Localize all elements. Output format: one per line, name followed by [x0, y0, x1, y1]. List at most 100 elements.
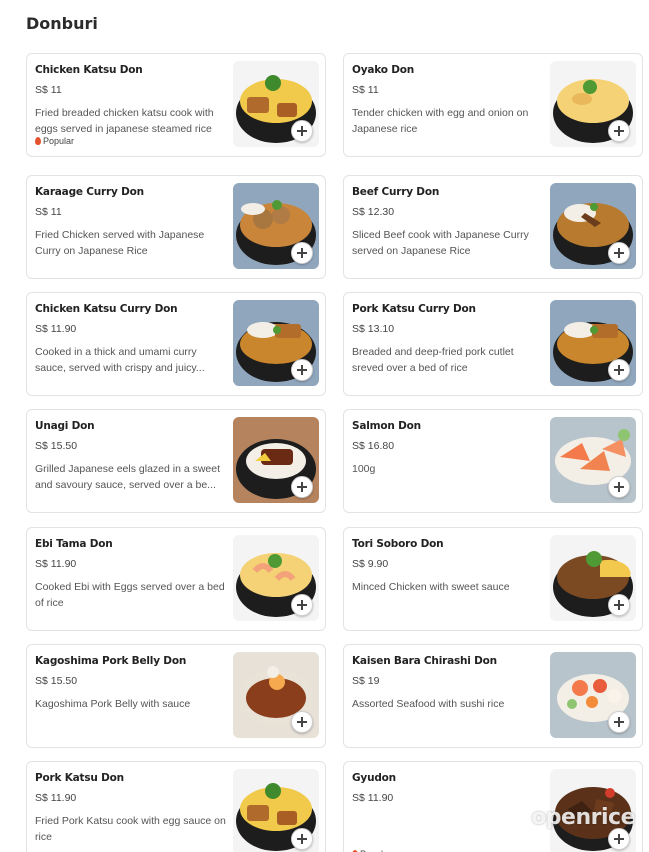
plus-icon: [614, 482, 624, 492]
add-to-cart-button[interactable]: [291, 120, 313, 142]
menu-item-text: Pork Katsu Curry Don S$ 13.10 Breaded and …: [352, 303, 544, 376]
menu-item-text: Salmon Don S$ 16.80 100g: [352, 420, 544, 477]
plus-icon: [614, 365, 624, 375]
menu-item-price: S$ 11: [35, 206, 62, 218]
flame-icon: [35, 137, 41, 145]
menu-item-text: Pork Katsu Don S$ 11.90 Fried Pork Katsu c…: [35, 772, 227, 845]
menu-item-text: Kaisen Bara Chirashi Don S$ 19 Assorted Se…: [352, 655, 544, 712]
plus-icon: [614, 248, 624, 258]
menu-item-text: Unagi Don S$ 15.50 Grilled Japanese eels g…: [35, 420, 227, 493]
menu-item-text: Kagoshima Pork Belly Don S$ 15.50 Kagoshim…: [35, 655, 227, 712]
menu-item-description: Fried breaded chicken katsu cook with eg…: [35, 107, 214, 135]
menu-item-name: Pork Katsu Don: [35, 772, 124, 784]
menu-item-card-ebi-tama-don[interactable]: Ebi Tama Don S$ 11.90 Cooked Ebi with Eggs…: [26, 527, 326, 631]
menu-item-price: S$ 16.80: [352, 440, 395, 452]
menu-item-card-unagi-don[interactable]: Unagi Don S$ 15.50 Grilled Japanese eels g…: [26, 409, 326, 513]
add-to-cart-button[interactable]: [608, 359, 630, 381]
menu-item-text: Ebi Tama Don S$ 11.90 Cooked Ebi with Eggs…: [35, 538, 227, 611]
menu-item-description: Fried Pork Katsu cook with egg sauce on …: [35, 815, 226, 843]
add-to-cart-button[interactable]: [291, 359, 313, 381]
plus-icon: [614, 717, 624, 727]
plus-icon: [297, 482, 307, 492]
menu-item-price: S$ 11: [35, 84, 62, 96]
add-to-cart-button[interactable]: [291, 242, 313, 264]
menu-item-name: Gyudon: [352, 772, 396, 784]
add-to-cart-button[interactable]: [608, 120, 630, 142]
menu-item-name: Tori Soboro Don: [352, 538, 444, 550]
menu-item-description: Breaded and deep-fried pork cutlet sreve…: [352, 346, 514, 374]
plus-icon: [297, 248, 307, 258]
menu-item-description: Kagoshima Pork Belly with sauce: [35, 698, 191, 710]
menu-item-description: Tender chicken with egg and onion on Jap…: [352, 107, 529, 135]
plus-icon: [614, 600, 624, 610]
menu-item-description: Minced Chicken with sweet sauce: [352, 581, 510, 593]
menu-item-text: Karaage Curry Don S$ 11 Fried Chicken serv…: [35, 186, 227, 259]
plus-icon: [297, 834, 307, 844]
menu-item-card-salmon-don[interactable]: Salmon Don S$ 16.80 100g: [343, 409, 643, 513]
menu-item-card-kagoshima-pork-belly-don[interactable]: Kagoshima Pork Belly Don S$ 15.50 Kagoshim…: [26, 644, 326, 748]
menu-item-name: Kagoshima Pork Belly Don: [35, 655, 187, 667]
menu-item-text: Tori Soboro Don S$ 9.90 Minced Chicken wit…: [352, 538, 544, 595]
plus-icon: [297, 365, 307, 375]
menu-item-card-karaage-curry-don[interactable]: Karaage Curry Don S$ 11 Fried Chicken serv…: [26, 175, 326, 279]
menu-item-description: Cooked in a thick and umami curry sauce,…: [35, 346, 205, 374]
add-to-cart-button[interactable]: [291, 594, 313, 616]
add-to-cart-button[interactable]: [608, 242, 630, 264]
add-to-cart-button[interactable]: [291, 711, 313, 733]
menu-item-price: S$ 15.50: [35, 675, 78, 687]
add-to-cart-button[interactable]: [291, 828, 313, 850]
menu-item-text: Oyako Don S$ 11 Tender chicken with egg an…: [352, 64, 544, 137]
menu-item-card-tori-soboro-don[interactable]: Tori Soboro Don S$ 9.90 Minced Chicken wit…: [343, 527, 643, 631]
menu-item-description: Fried Chicken served with Japanese Curry…: [35, 229, 205, 257]
popular-badge: Popular: [35, 136, 74, 146]
menu-item-description: Assorted Seafood with sushi rice: [352, 698, 505, 710]
menu-item-name: Chicken Katsu Curry Don: [35, 303, 178, 315]
menu-item-name: Karaage Curry Don: [35, 186, 144, 198]
section-title: Donburi: [26, 14, 98, 33]
menu-item-price: S$ 11: [352, 84, 379, 96]
watermark: openrice: [531, 805, 635, 830]
menu-item-card-oyako-don[interactable]: Oyako Don S$ 11 Tender chicken with egg an…: [343, 53, 643, 157]
menu-item-name: Chicken Katsu Don: [35, 64, 143, 76]
menu-item-description: Grilled Japanese eels glazed in a sweet …: [35, 463, 221, 491]
menu-item-description: Sliced Beef cook with Japanese Curry ser…: [352, 229, 529, 257]
menu-item-price: S$ 15.50: [35, 440, 78, 452]
menu-item-name: Salmon Don: [352, 420, 421, 432]
menu-item-name: Pork Katsu Curry Don: [352, 303, 476, 315]
add-to-cart-button[interactable]: [608, 594, 630, 616]
menu-item-text: Gyudon S$ 11.90: [352, 772, 544, 813]
menu-item-text: Beef Curry Don S$ 12.30 Sliced Beef cook w…: [352, 186, 544, 259]
menu-item-name: Beef Curry Don: [352, 186, 440, 198]
menu-item-price: S$ 12.30: [352, 206, 395, 218]
popular-badge-label: Popular: [43, 136, 75, 146]
menu-item-card-kaisen-bara-chirashi-don[interactable]: Kaisen Bara Chirashi Don S$ 19 Assorted Se…: [343, 644, 643, 748]
menu-item-text: Chicken Katsu Curry Don S$ 11.90 Cooked in…: [35, 303, 227, 376]
menu-item-price: S$ 11.90: [352, 792, 394, 804]
menu-item-text: Chicken Katsu Don S$ 11 Fried breaded chic…: [35, 64, 227, 137]
menu-item-card-chicken-katsu-curry-don[interactable]: Chicken Katsu Curry Don S$ 11.90 Cooked in…: [26, 292, 326, 396]
plus-icon: [297, 126, 307, 136]
menu-item-name: Oyako Don: [352, 64, 415, 76]
menu-item-price: S$ 13.10: [352, 323, 395, 335]
menu-item-card-pork-katsu-don[interactable]: Pork Katsu Don S$ 11.90 Fried Pork Katsu c…: [26, 761, 326, 852]
menu-item-price: S$ 9.90: [352, 558, 389, 570]
add-to-cart-button[interactable]: [608, 711, 630, 733]
plus-icon: [297, 600, 307, 610]
menu-item-name: Unagi Don: [35, 420, 95, 432]
menu-item-description: 100g: [352, 463, 376, 475]
menu-item-name: Kaisen Bara Chirashi Don: [352, 655, 497, 667]
add-to-cart-button[interactable]: [608, 476, 630, 498]
menu-item-description: Cooked Ebi with Eggs served over a bed o…: [35, 581, 225, 609]
add-to-cart-button[interactable]: [291, 476, 313, 498]
menu-item-price: S$ 19: [352, 675, 380, 687]
menu-item-name: Ebi Tama Don: [35, 538, 113, 550]
plus-icon: [297, 717, 307, 727]
add-to-cart-button[interactable]: [608, 828, 630, 850]
menu-item-card-pork-katsu-curry-don[interactable]: Pork Katsu Curry Don S$ 13.10 Breaded and …: [343, 292, 643, 396]
plus-icon: [614, 126, 624, 136]
menu-item-card-chicken-katsu-don[interactable]: Chicken Katsu Don S$ 11 Fried breaded chic…: [26, 53, 326, 157]
menu-item-card-beef-curry-don[interactable]: Beef Curry Don S$ 12.30 Sliced Beef cook w…: [343, 175, 643, 279]
menu-item-price: S$ 11.90: [35, 558, 77, 570]
menu-item-price: S$ 11.90: [35, 792, 77, 804]
plus-icon: [614, 834, 624, 844]
